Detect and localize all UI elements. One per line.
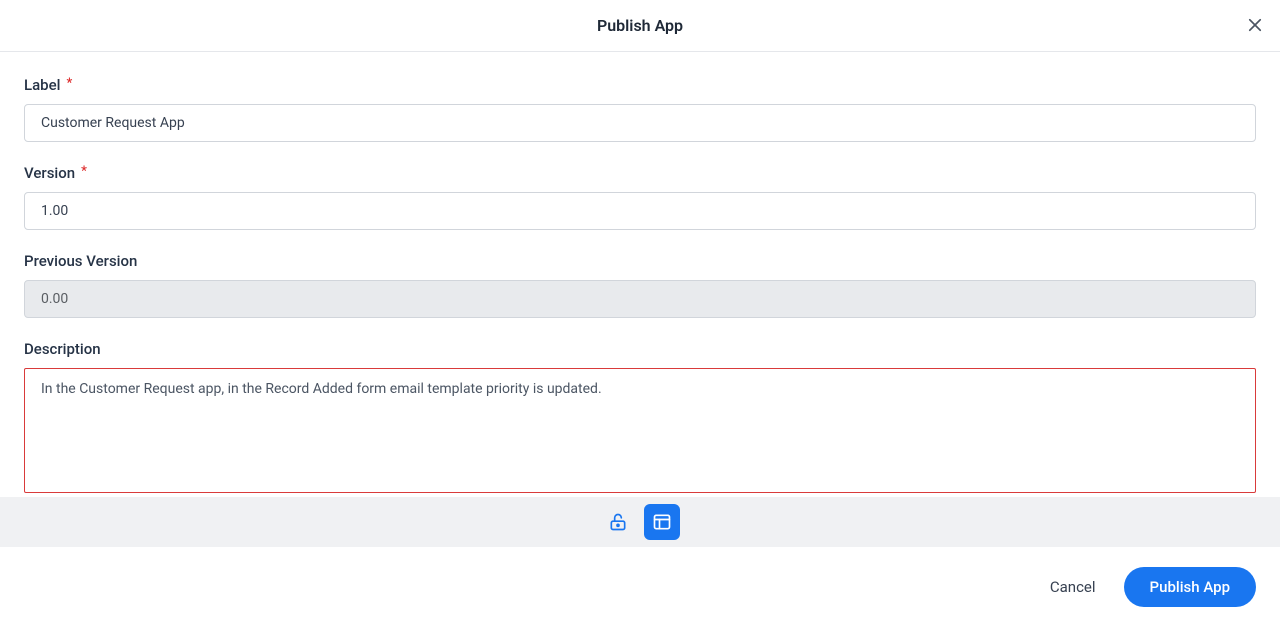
modal-header: Publish App xyxy=(0,0,1280,52)
app-window-icon xyxy=(652,512,672,532)
publish-app-button[interactable]: Publish App xyxy=(1124,567,1256,607)
cancel-button[interactable]: Cancel xyxy=(1050,578,1096,596)
version-input[interactable] xyxy=(24,192,1256,230)
description-textarea[interactable]: In the Customer Request app, in the Reco… xyxy=(24,368,1256,493)
previous-version-input xyxy=(24,280,1256,318)
previous-version-field-group: Previous Version xyxy=(24,252,1256,318)
close-icon xyxy=(1246,16,1264,34)
required-asterisk: * xyxy=(66,76,72,91)
label-input[interactable] xyxy=(24,104,1256,142)
label-field-group: Label* xyxy=(24,76,1256,142)
version-field-group: Version* xyxy=(24,164,1256,230)
unlock-icon xyxy=(608,512,628,532)
label-field-label: Label* xyxy=(24,76,1256,94)
modal-footer: Cancel Publish App xyxy=(0,547,1280,621)
description-field-label: Description xyxy=(24,340,1256,358)
previous-version-field-label: Previous Version xyxy=(24,252,1256,270)
app-button[interactable] xyxy=(644,504,680,540)
required-asterisk: * xyxy=(81,164,87,179)
version-field-label: Version* xyxy=(24,164,1256,182)
close-button[interactable] xyxy=(1244,14,1266,36)
unlock-button[interactable] xyxy=(600,504,636,540)
modal-title: Publish App xyxy=(597,16,683,35)
icon-toolbar xyxy=(0,497,1280,547)
description-field-group: Description In the Customer Request app,… xyxy=(24,340,1256,497)
modal-body: Label* Version* Previous Version Descrip… xyxy=(0,52,1280,497)
